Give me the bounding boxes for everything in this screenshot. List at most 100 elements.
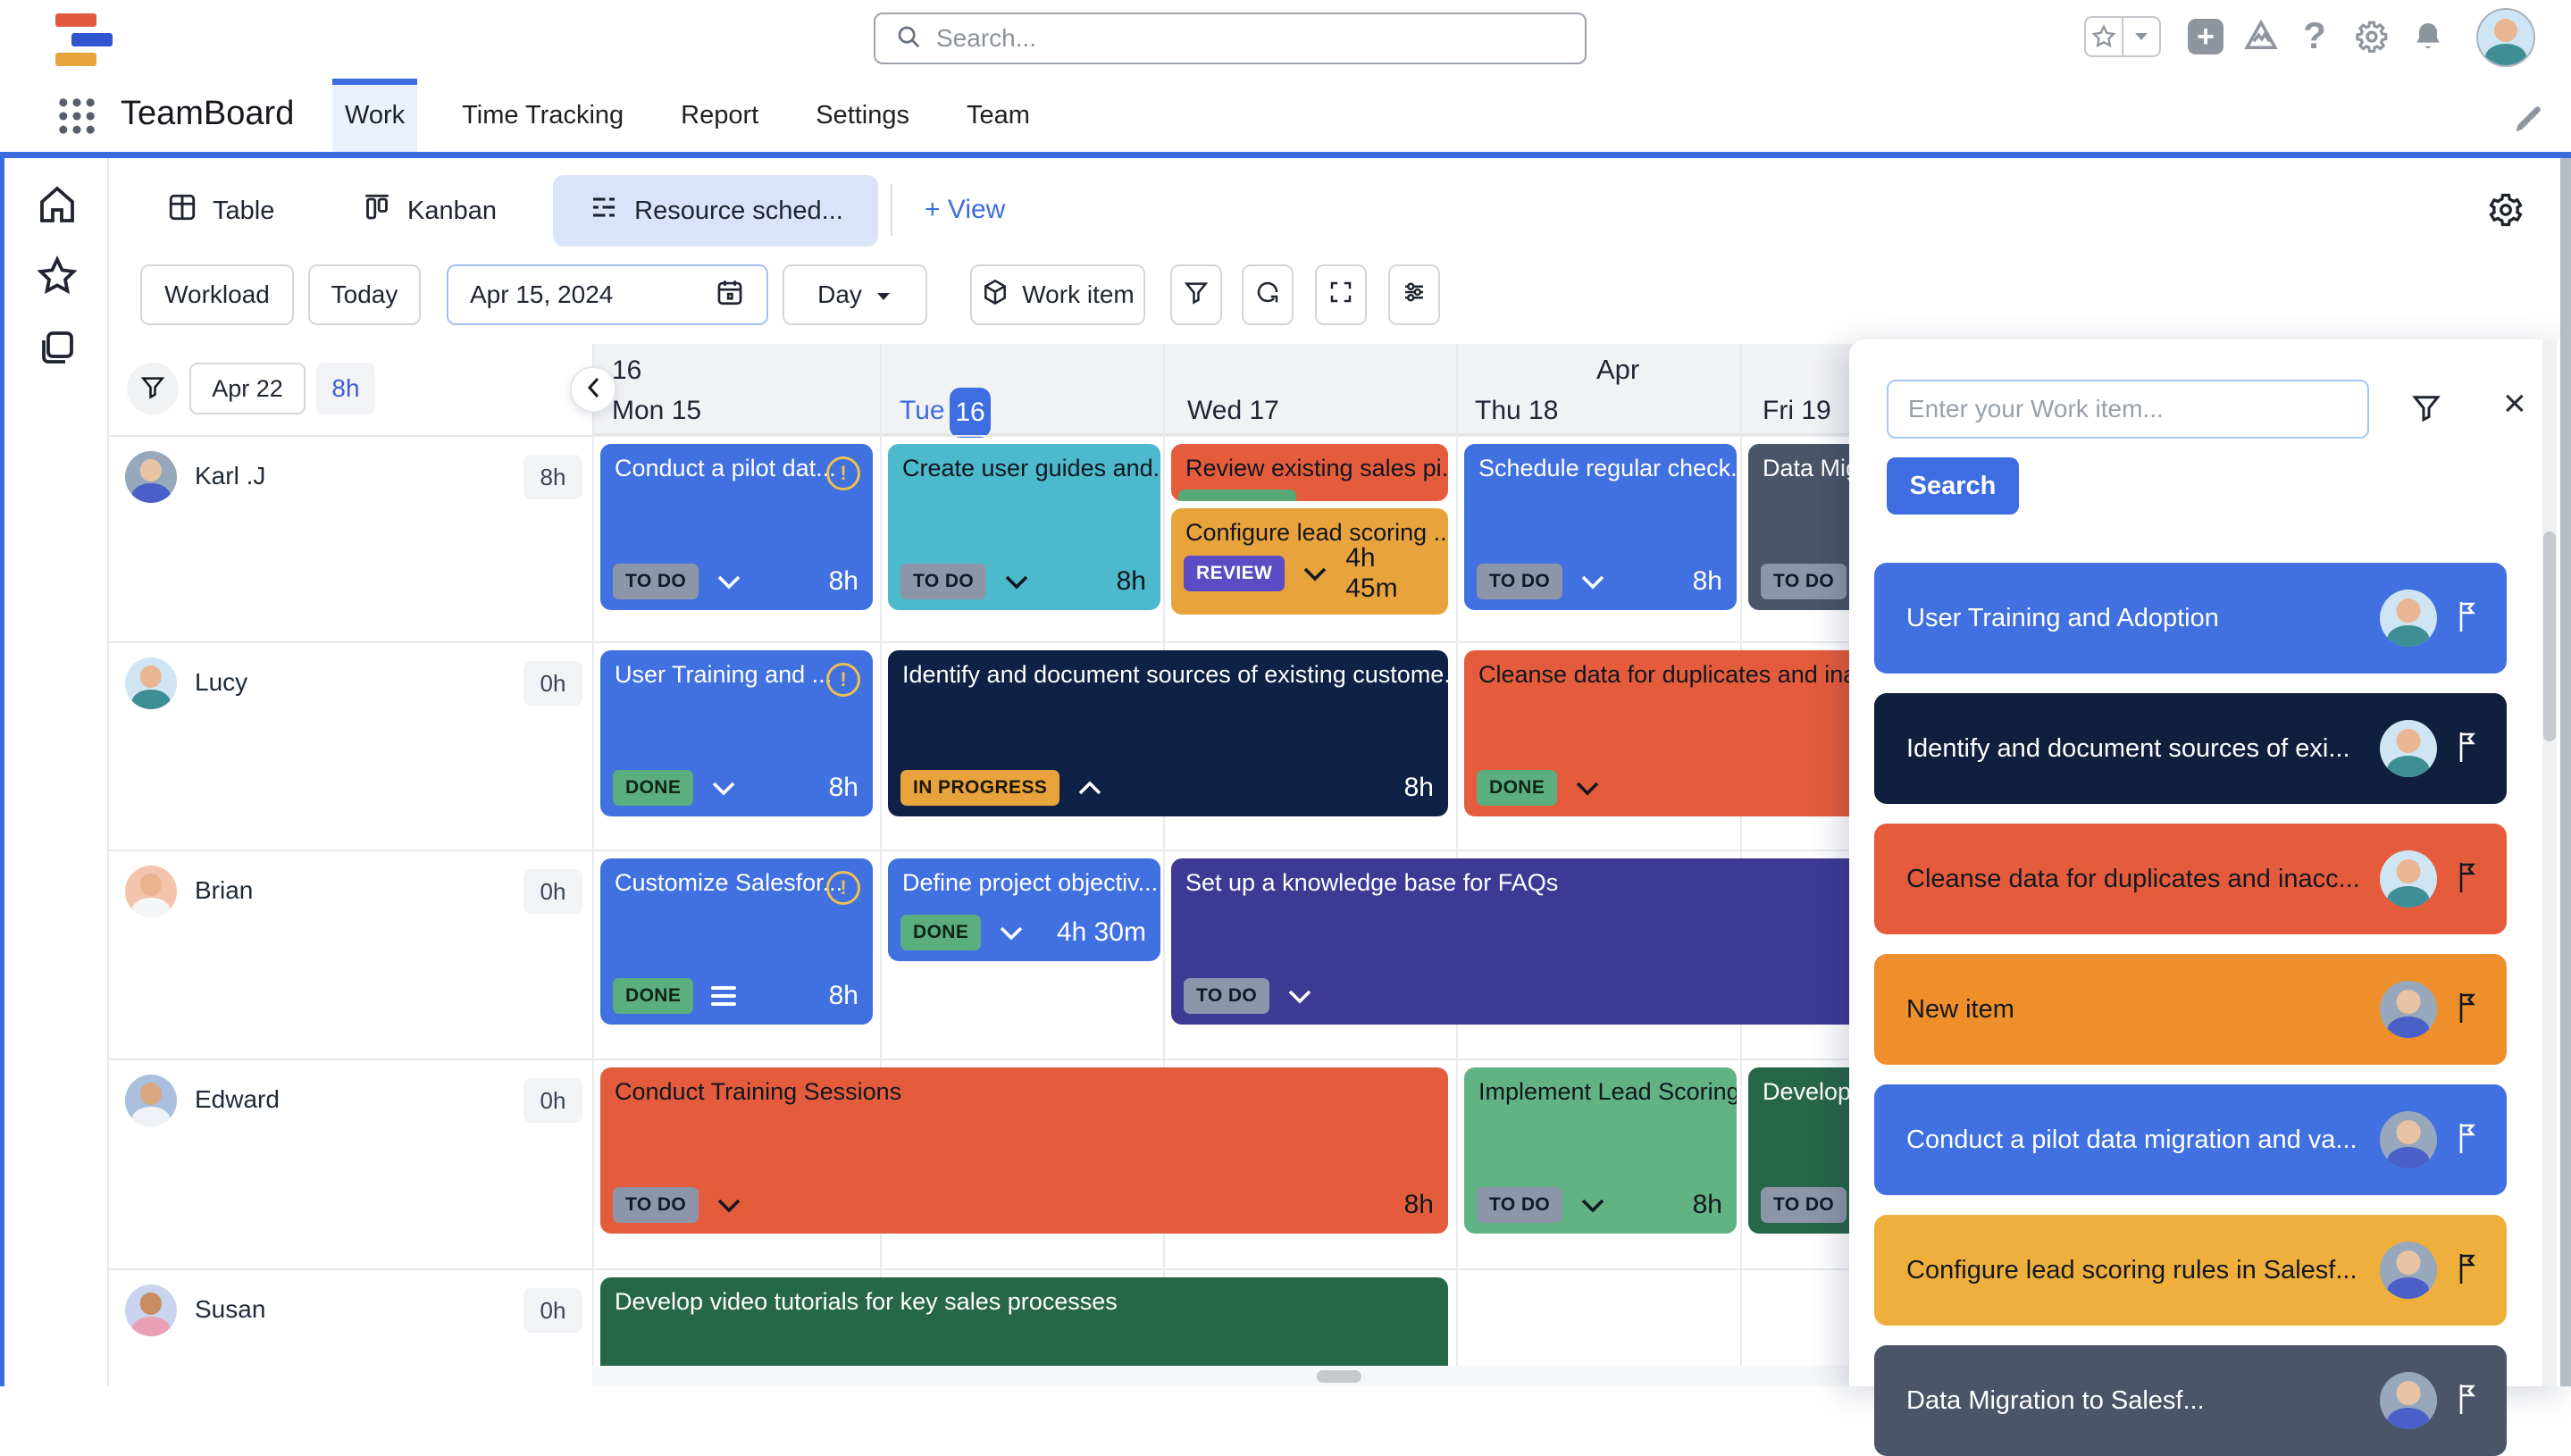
chevron-down-icon[interactable] [711, 781, 736, 796]
range-select[interactable]: Day [783, 264, 927, 325]
product-switcher-icon[interactable] [2240, 16, 2282, 57]
close-icon[interactable]: × [2503, 384, 2526, 423]
status-badge[interactable]: DONE [1477, 770, 1557, 806]
date-picker[interactable]: Apr 15, 2024 [447, 264, 768, 325]
user-avatar[interactable] [2476, 8, 2535, 67]
today-date-badge[interactable]: 16 [950, 388, 991, 438]
today-button[interactable]: Today [308, 264, 421, 325]
status-badge[interactable]: REVIEW [1184, 556, 1285, 591]
panel-work-item[interactable]: Configure lead scoring rules in Salesf..… [1874, 1215, 2507, 1326]
person-row-susan[interactable]: Susan 0h [109, 1270, 592, 1386]
panel-scrollbar-track[interactable] [2542, 339, 2557, 1386]
view-tab-resource-scheduling[interactable]: Resource sched... [553, 175, 878, 247]
chevron-down-icon[interactable] [1580, 574, 1605, 590]
horizontal-scrollbar-track[interactable] [592, 1366, 1849, 1386]
flag-icon[interactable] [2457, 730, 2480, 768]
day-label-tue[interactable]: Tue [900, 396, 945, 426]
chevron-down-icon[interactable] [1575, 781, 1600, 796]
home-icon[interactable] [36, 183, 79, 230]
chevron-up-icon[interactable] [1077, 781, 1102, 796]
status-badge[interactable]: TO DO [900, 564, 986, 599]
person-row-lucy[interactable]: Lucy 0h [109, 643, 592, 848]
day-label-mon[interactable]: Mon 15 [612, 396, 701, 426]
chevron-down-icon[interactable] [1302, 566, 1327, 582]
app-switcher-grid-icon[interactable] [54, 93, 100, 139]
day-label-thu[interactable]: Thu 18 [1475, 396, 1558, 426]
status-badge[interactable]: TO DO [1761, 1187, 1847, 1223]
chevron-down-icon[interactable] [716, 1198, 741, 1213]
tab-report[interactable]: Report [668, 79, 771, 152]
panel-work-item[interactable]: Cleanse data for duplicates and inacc... [1874, 824, 2507, 934]
work-item-card[interactable]: Conduct a pilot dat... ! TO DO 8h [600, 444, 873, 610]
chevron-down-icon[interactable] [716, 574, 741, 590]
chevron-down-icon[interactable] [1004, 574, 1029, 590]
add-view-button[interactable]: + View [925, 195, 1005, 225]
work-item-button[interactable]: Work item [970, 264, 1145, 325]
flag-icon[interactable] [2457, 860, 2480, 899]
panel-scrollbar-thumb[interactable] [2543, 531, 2556, 741]
notifications-bell-icon[interactable] [2408, 16, 2448, 57]
flag-icon[interactable] [2457, 1121, 2480, 1159]
person-row-karl[interactable]: Karl .J 8h [109, 437, 592, 641]
status-badge[interactable]: TO DO [613, 1187, 699, 1223]
chevron-down-icon[interactable] [2122, 18, 2159, 55]
work-item-card[interactable]: Customize Salesfor... ! DONE 8h [600, 858, 873, 1025]
work-item-card[interactable]: Implement Lead Scoring TO DO 8h [1464, 1067, 1737, 1234]
tab-settings[interactable]: Settings [803, 79, 922, 152]
work-item-card[interactable]: Identify and document sources of existin… [888, 650, 1448, 816]
edit-pencil-icon[interactable] [2512, 102, 2546, 140]
work-item-card[interactable]: Develop video tutorials for key sales pr… [600, 1277, 1448, 1366]
panel-work-item[interactable]: Identify and document sources of exi... [1874, 693, 2507, 804]
status-badge[interactable]: IN PROGRESS [900, 770, 1059, 806]
work-item-input[interactable]: Enter your Work item... [1887, 380, 2369, 439]
global-search[interactable]: Search... [874, 13, 1587, 64]
collapse-panel-button[interactable] [570, 366, 616, 413]
boards-copy-icon[interactable] [36, 326, 79, 373]
panel-search-button[interactable]: Search [1887, 457, 2019, 515]
workload-button[interactable]: Workload [140, 264, 294, 325]
view-tab-kanban[interactable]: Kanban [361, 189, 497, 232]
menu-icon[interactable] [711, 982, 736, 1010]
settings-gear-icon[interactable] [2351, 16, 2392, 57]
flag-icon[interactable] [2457, 1251, 2480, 1290]
status-badge[interactable]: DONE [613, 978, 693, 1014]
refresh-button[interactable] [1242, 264, 1294, 325]
status-badge[interactable]: TO DO [613, 564, 699, 599]
day-label-fri[interactable]: Fri 19 [1763, 396, 1831, 426]
work-item-card[interactable]: Conduct Training Sessions TO DO 8h [600, 1067, 1448, 1234]
status-badge[interactable]: TO DO [1184, 978, 1269, 1014]
window-scrollbar[interactable] [2560, 158, 2571, 1386]
help-icon[interactable]: ? [2296, 13, 2333, 59]
favorite-split-button[interactable] [2084, 16, 2161, 57]
status-badge[interactable]: TO DO [1477, 564, 1562, 599]
chevron-down-icon[interactable] [1287, 989, 1312, 1004]
work-item-card[interactable]: User Training and ... ! DONE 8h [600, 650, 873, 816]
panel-work-item[interactable]: Conduct a pilot data migration and va... [1874, 1084, 2507, 1195]
status-badge[interactable]: TO DO [1477, 1187, 1562, 1223]
star-icon[interactable] [2086, 18, 2122, 55]
chevron-down-icon[interactable] [1580, 1198, 1605, 1213]
flag-icon[interactable] [2457, 599, 2480, 638]
panel-filter-button[interactable] [2410, 391, 2442, 428]
create-button[interactable]: + [2188, 19, 2223, 54]
status-badge[interactable]: DONE [613, 770, 693, 806]
work-item-card[interactable]: Configure lead scoring ... REVIEW 4h 45m [1171, 508, 1448, 615]
flag-icon[interactable] [2457, 1382, 2480, 1420]
work-item-card[interactable]: Define project objectiv... DONE 4h 30m [888, 858, 1160, 961]
day-label-wed[interactable]: Wed 17 [1187, 396, 1279, 426]
work-item-card[interactable]: Review existing sales pi... [1171, 444, 1448, 501]
person-row-edward[interactable]: Edward 0h [109, 1060, 592, 1267]
view-tab-table[interactable]: Table [166, 189, 274, 232]
display-options-button[interactable] [1388, 264, 1440, 325]
tab-time-tracking[interactable]: Time Tracking [449, 79, 636, 152]
tab-work[interactable]: Work [332, 79, 417, 152]
work-item-card[interactable]: Schedule regular check... TO DO 8h [1464, 444, 1737, 610]
work-item-card[interactable]: Create user guides and... TO DO 8h [888, 444, 1160, 610]
people-filter-button[interactable] [127, 363, 179, 414]
person-row-brian[interactable]: Brian 0h [109, 851, 592, 1057]
flag-icon[interactable] [2457, 991, 2480, 1029]
panel-work-item[interactable]: New item [1874, 954, 2507, 1065]
fullscreen-button[interactable] [1315, 264, 1367, 325]
filter-button[interactable] [1170, 264, 1222, 325]
panel-work-item[interactable]: Data Migration to Salesf... [1874, 1345, 2507, 1456]
